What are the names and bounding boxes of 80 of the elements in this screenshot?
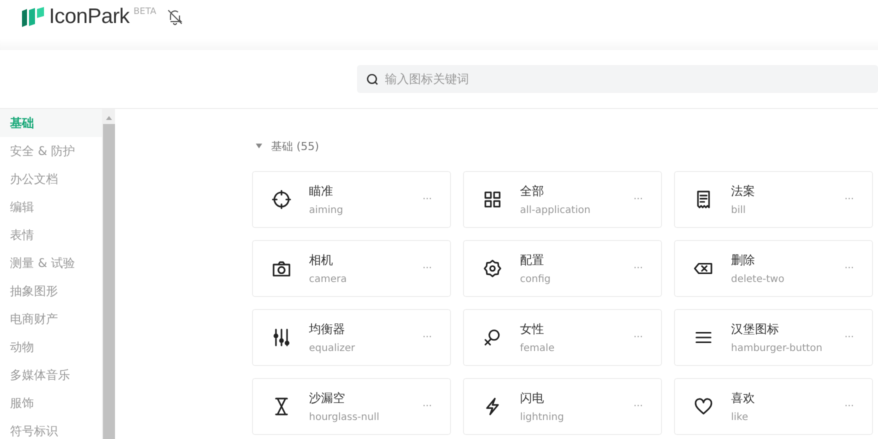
icon-card[interactable]: 均衡器 equalizer ··· (252, 309, 451, 366)
icon-card[interactable]: 法案 bill ··· (674, 171, 873, 228)
icon-title: 配置 (520, 252, 545, 269)
section-title: 基础 (55) (271, 138, 320, 154)
more-button[interactable]: ··· (633, 263, 643, 274)
sidebar-item[interactable]: 表情 (0, 221, 102, 249)
icon-name: aiming (309, 205, 344, 216)
icon-card[interactable]: 相机 camera ··· (252, 240, 451, 297)
crosshair-icon (272, 190, 291, 209)
grid-icon (483, 190, 502, 209)
icon-title: 沙漏空 (309, 390, 346, 407)
hourglass-icon (272, 397, 291, 416)
icon-title: 汉堡图标 (731, 321, 780, 338)
lightning-icon (483, 397, 502, 416)
settings-icon (483, 259, 502, 278)
logo-text: IconPark (49, 5, 130, 29)
icon-title: 瞄准 (309, 183, 334, 200)
scrollbar[interactable] (102, 109, 115, 439)
icon-card[interactable]: 全部 all-application ··· (463, 171, 662, 228)
icon-name: all-application (520, 205, 592, 216)
icon-card[interactable]: 汉堡图标 hamburger-button ··· (674, 309, 873, 366)
icon-title: 法案 (731, 183, 756, 200)
more-button[interactable]: ··· (422, 194, 432, 205)
icon-title: 女性 (520, 321, 545, 338)
sidebar-item[interactable]: 安全 & 防护 (0, 137, 102, 165)
scroll-up-icon[interactable] (106, 116, 112, 120)
more-button[interactable]: ··· (844, 263, 854, 274)
bell-off-icon[interactable] (166, 8, 184, 26)
icon-name: camera (309, 274, 348, 285)
more-button[interactable]: ··· (844, 332, 854, 343)
icon-name: female (520, 343, 556, 354)
icon-title: 删除 (731, 252, 756, 269)
receipt-icon (694, 190, 713, 209)
sidebar-item[interactable]: 符号标识 (0, 417, 102, 439)
more-button[interactable]: ··· (422, 401, 432, 412)
sliders-icon (272, 328, 291, 347)
more-button[interactable]: ··· (422, 263, 432, 274)
sidebar-item[interactable]: 测量 & 试验 (0, 249, 102, 277)
icon-title: 喜欢 (731, 390, 756, 407)
more-button[interactable]: ··· (633, 194, 643, 205)
search-field[interactable]: 输入图标关键词 (357, 65, 878, 93)
icon-card[interactable]: 配置 config ··· (463, 240, 662, 297)
more-button[interactable]: ··· (422, 332, 432, 343)
more-button[interactable]: ··· (844, 401, 854, 412)
sidebar-item[interactable]: 多媒体音乐 (0, 361, 102, 389)
icon-name: hourglass-null (309, 412, 380, 423)
icon-title: 闪电 (520, 390, 545, 407)
more-button[interactable]: ··· (844, 194, 854, 205)
caret-icon (255, 142, 263, 150)
camera-icon (272, 259, 291, 278)
icon-title: 全部 (520, 183, 545, 200)
sidebar-item[interactable]: 基础 (0, 109, 102, 137)
icon-name: config (520, 274, 552, 285)
sidebar-item[interactable]: 办公文档 (0, 165, 102, 193)
icon-name: bill (731, 205, 747, 216)
sidebar-item[interactable]: 动物 (0, 333, 102, 361)
icon-card[interactable]: 喜欢 like ··· (674, 378, 873, 435)
icon-title: 均衡器 (309, 321, 346, 338)
icon-title: 相机 (309, 252, 334, 269)
sidebar-item[interactable]: 抽象图形 (0, 277, 102, 305)
section-header[interactable]: 基础 (55) (252, 138, 320, 154)
more-button[interactable]: ··· (633, 332, 643, 343)
icon-name: equalizer (309, 343, 356, 354)
icon-card[interactable]: 女性 female ··· (463, 309, 662, 366)
logo-icon (22, 7, 44, 27)
more-button[interactable]: ··· (633, 401, 643, 412)
icon-name: lightning (520, 412, 565, 423)
icon-name: like (731, 412, 750, 423)
icon-card[interactable]: 闪电 lightning ··· (463, 378, 662, 435)
icon-card[interactable]: 瞄准 aiming ··· (252, 171, 451, 228)
sidebar-item[interactable]: 服饰 (0, 389, 102, 417)
female-symbol-icon (483, 328, 502, 347)
sidebar-item[interactable]: 电商财产 (0, 305, 102, 333)
icon-name: delete-two (731, 274, 786, 285)
icon-card[interactable]: 删除 delete-two ··· (674, 240, 873, 297)
beta-label: BETA (133, 7, 156, 17)
sidebar-item[interactable]: 编辑 (0, 193, 102, 221)
icon-name: hamburger-button (731, 343, 824, 354)
icon-card[interactable]: 沙漏空 hourglass-null ··· (252, 378, 451, 435)
heart-icon (694, 397, 713, 416)
